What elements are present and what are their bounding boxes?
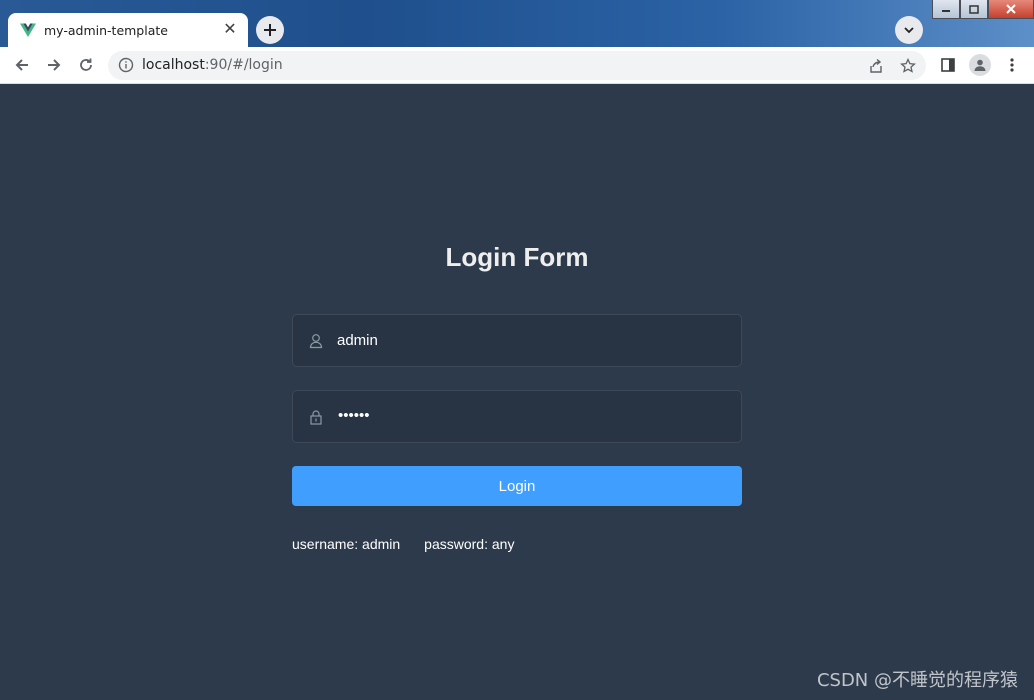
vue-logo-icon [20,23,36,37]
person-icon [974,59,986,71]
username-input[interactable] [337,315,727,366]
reload-icon [80,58,92,71]
password-tip: password: any [424,536,515,552]
menu-button[interactable] [999,52,1025,78]
avatar [969,54,991,76]
bookmark-button[interactable] [899,57,917,75]
login-button[interactable]: Login [292,466,742,506]
new-tab-button[interactable] [256,16,284,44]
url-text[interactable]: localhost:90/#/login [142,57,283,73]
arrow-left-icon [15,59,28,71]
window-controls [932,0,1034,20]
user-icon [309,334,323,349]
maximize-button[interactable] [960,0,988,19]
username-tip: username: admin [292,536,401,552]
close-icon [1006,4,1016,14]
login-tips: username: admin password: any [292,536,538,552]
side-panel-icon [941,58,955,72]
lock-icon [310,410,322,425]
close-window-button[interactable] [988,0,1034,19]
browser-titlebar: my-admin-template ✕ [0,0,1034,47]
watermark: CSDN @不睡觉的程序猿 [816,670,1018,691]
profile-button[interactable] [967,52,993,78]
plus-icon [264,24,276,36]
kebab-menu-icon [1010,58,1014,72]
tab-close-icon[interactable]: ✕ [222,22,238,38]
tab-title: my-admin-template [44,22,168,38]
reload-button[interactable] [73,52,99,78]
back-button[interactable] [9,52,35,78]
minimize-icon [942,10,950,12]
tab-search-button[interactable] [895,16,923,44]
page-title: Login Form [445,242,589,272]
url-path: :90/#/login [204,57,283,73]
username-field[interactable] [292,314,742,367]
share-icon [870,58,882,73]
password-input[interactable]: •••••• [338,407,370,424]
chevron-down-icon [904,27,914,34]
side-panel-button[interactable] [935,52,961,78]
forward-button[interactable] [41,52,67,78]
login-page: Login Form •••••• Login username: admin p… [0,84,1034,700]
arrow-right-icon [48,59,61,71]
browser-tab[interactable]: my-admin-template ✕ [8,13,248,47]
url-host: localhost [142,57,205,73]
browser-toolbar: localhost:90/#/login [0,47,1034,84]
address-bar[interactable]: localhost:90/#/login [108,51,926,80]
minimize-button[interactable] [932,0,960,19]
info-icon[interactable] [118,57,134,73]
password-field[interactable]: •••••• [292,390,742,443]
star-icon [900,58,916,73]
maximize-icon [969,4,979,14]
share-button[interactable] [867,57,885,75]
